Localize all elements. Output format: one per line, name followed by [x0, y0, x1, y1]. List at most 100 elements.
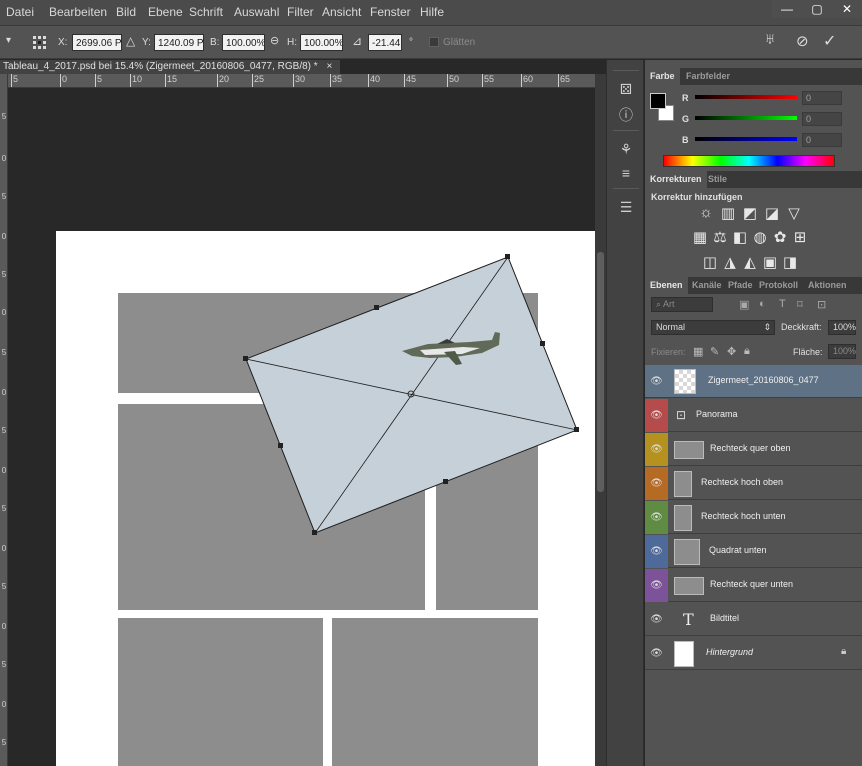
- color-spectrum-ramp[interactable]: [663, 155, 835, 167]
- document-tab[interactable]: Tableau_4_2017.psd bei 15.4% (Zigermeet_…: [0, 60, 340, 74]
- channel-mixer-icon[interactable]: ✿: [771, 228, 789, 246]
- vibrance-icon[interactable]: ▽: [785, 204, 803, 222]
- levels-icon[interactable]: ▥: [719, 204, 737, 222]
- b-value[interactable]: 0: [802, 133, 842, 147]
- transform-handle-bottom-right[interactable]: [574, 427, 579, 432]
- transform-handle-right[interactable]: [540, 341, 545, 346]
- transform-handle-left-mid[interactable]: [278, 443, 283, 448]
- layer-row-quadrat-unten[interactable]: 👁︎ Quadrat unten: [645, 535, 862, 568]
- cancel-transform-icon[interactable]: ⊘: [796, 32, 809, 50]
- photo-filter-icon[interactable]: ◍: [751, 228, 769, 246]
- x-field[interactable]: 2699.06 P:: [72, 34, 122, 51]
- eye-icon[interactable]: 👁︎: [645, 501, 668, 534]
- transform-handle-bottom[interactable]: [443, 479, 448, 484]
- tool-preset-icon[interactable]: ▾: [6, 35, 11, 46]
- smooth-checkbox[interactable]: [429, 37, 439, 47]
- eye-icon[interactable]: 👁︎: [645, 637, 668, 670]
- filter-adjustment-icon[interactable]: ◐: [759, 298, 766, 310]
- link-icon[interactable]: ⊖: [270, 34, 279, 47]
- menu-filter[interactable]: Filter: [287, 5, 314, 19]
- selective-color-icon[interactable]: ▣: [761, 253, 779, 271]
- document-page[interactable]: [56, 231, 595, 766]
- transform-handle-top-right[interactable]: [505, 254, 510, 259]
- tab-protokoll[interactable]: Protokoll: [754, 277, 803, 294]
- info-icon[interactable]: ⓘ: [615, 104, 637, 126]
- menu-ansicht[interactable]: Ansicht: [322, 5, 361, 19]
- foreground-color-swatch[interactable]: [650, 93, 666, 109]
- layer-row-panorama[interactable]: 👁︎ ⊡ Panorama: [645, 399, 862, 432]
- height-field[interactable]: 100.00%: [300, 34, 343, 51]
- posterize-icon[interactable]: ◮: [721, 253, 739, 271]
- invert-icon[interactable]: ◫: [701, 253, 719, 271]
- rect-landscape-bottom[interactable]: [332, 618, 538, 766]
- layer-row-rechteck-quer-unten[interactable]: 👁︎ Rechteck quer unten: [645, 569, 862, 602]
- eye-icon[interactable]: 👁︎: [645, 535, 668, 568]
- rect-portrait-bottom[interactable]: [436, 404, 538, 610]
- brush-settings-icon[interactable]: ≡: [615, 162, 637, 184]
- reference-point-icon[interactable]: [32, 35, 48, 51]
- warp-mode-icon[interactable]: ♅: [764, 31, 776, 49]
- lock-all-icon[interactable]: 🔒︎: [744, 345, 750, 358]
- filter-type-icon[interactable]: T: [779, 298, 786, 310]
- menu-auswahl[interactable]: Auswahl: [234, 5, 279, 19]
- menu-bearbeiten[interactable]: Bearbeiten: [49, 5, 107, 19]
- eye-icon[interactable]: 👁︎: [645, 399, 668, 432]
- brightness-contrast-icon[interactable]: ☼: [697, 204, 715, 221]
- r-value[interactable]: 0: [802, 91, 842, 105]
- layer-filter-select[interactable]: ⌕ Art: [651, 297, 713, 312]
- vertical-scrollbar[interactable]: [595, 74, 606, 766]
- eye-icon[interactable]: 👁︎: [645, 433, 668, 466]
- curves-icon[interactable]: ◩: [741, 204, 759, 222]
- close-tab-icon[interactable]: ×: [326, 61, 332, 72]
- exposure-icon[interactable]: ◪: [763, 204, 781, 222]
- tab-kanaele[interactable]: Kanäle: [687, 277, 727, 294]
- hue-saturation-icon[interactable]: ▦: [691, 228, 709, 246]
- transform-handle-top[interactable]: [374, 305, 379, 310]
- black-white-icon[interactable]: ◧: [731, 228, 749, 246]
- rect-landscape-top[interactable]: [118, 293, 538, 393]
- canvas-area[interactable]: [9, 89, 595, 766]
- layer-row-rechteck-hoch-unten[interactable]: 👁︎ Rechteck hoch unten: [645, 501, 862, 534]
- layer-row-bildtitel[interactable]: 👁︎ T Bildtitel: [645, 603, 862, 636]
- filter-smart-object-icon[interactable]: ⊡: [817, 298, 826, 311]
- character-panel-icon[interactable]: ☰: [615, 196, 637, 218]
- delta-icon[interactable]: △: [126, 34, 135, 48]
- layer-row-rechteck-hoch-oben[interactable]: 👁︎ Rechteck hoch oben: [645, 467, 862, 500]
- square-bottom[interactable]: [118, 618, 323, 766]
- fill-field[interactable]: 100%: [828, 344, 856, 359]
- width-field[interactable]: 100.00%: [222, 34, 265, 51]
- color-balance-icon[interactable]: ⚖: [711, 228, 729, 246]
- tab-farbfelder[interactable]: Farbfelder: [681, 68, 735, 85]
- lock-pixels-icon[interactable]: ✎: [710, 345, 719, 358]
- transform-handle-left[interactable]: [243, 356, 248, 361]
- swatches-icon[interactable]: ⚄: [615, 78, 637, 100]
- lock-position-icon[interactable]: ✥: [727, 345, 736, 358]
- menu-fenster[interactable]: Fenster: [370, 5, 411, 19]
- eye-icon[interactable]: 👁︎: [645, 365, 668, 398]
- filter-shape-icon[interactable]: ⌑: [797, 298, 803, 311]
- b-slider[interactable]: [695, 137, 797, 141]
- color-lookup-icon[interactable]: ⊞: [791, 228, 809, 246]
- eye-icon[interactable]: 👁︎: [645, 603, 668, 636]
- blend-mode-select[interactable]: Normal ⇕: [651, 320, 775, 335]
- menu-hilfe[interactable]: Hilfe: [420, 5, 444, 19]
- tab-pfade[interactable]: Pfade: [723, 277, 758, 294]
- lock-transparency-icon[interactable]: ▦: [693, 345, 703, 358]
- gradient-map-icon[interactable]: ◨: [781, 253, 799, 271]
- r-slider[interactable]: [695, 95, 797, 99]
- eye-icon[interactable]: 👁︎: [645, 467, 668, 500]
- maximize-button[interactable]: ▢: [802, 0, 832, 18]
- minimize-button[interactable]: —: [772, 0, 802, 18]
- tab-ebenen[interactable]: Ebenen: [645, 277, 688, 294]
- horizontal-ruler[interactable]: 5 0 5 10 15 20 25 30 35 40 45 50 55 60 6…: [8, 74, 606, 88]
- commit-transform-icon[interactable]: ✓: [823, 31, 836, 51]
- rect-portrait-top[interactable]: [118, 404, 425, 610]
- tab-stile[interactable]: Stile: [703, 171, 732, 188]
- eye-icon[interactable]: 👁︎: [645, 569, 668, 602]
- close-button[interactable]: ✕: [832, 0, 862, 18]
- menu-schrift[interactable]: Schrift: [189, 5, 223, 19]
- layer-row-hintergrund[interactable]: 👁︎ Hintergrund 🔒︎: [645, 637, 862, 670]
- g-slider[interactable]: [695, 116, 797, 120]
- menu-bild[interactable]: Bild: [116, 5, 136, 19]
- scrollbar-thumb[interactable]: [597, 252, 604, 492]
